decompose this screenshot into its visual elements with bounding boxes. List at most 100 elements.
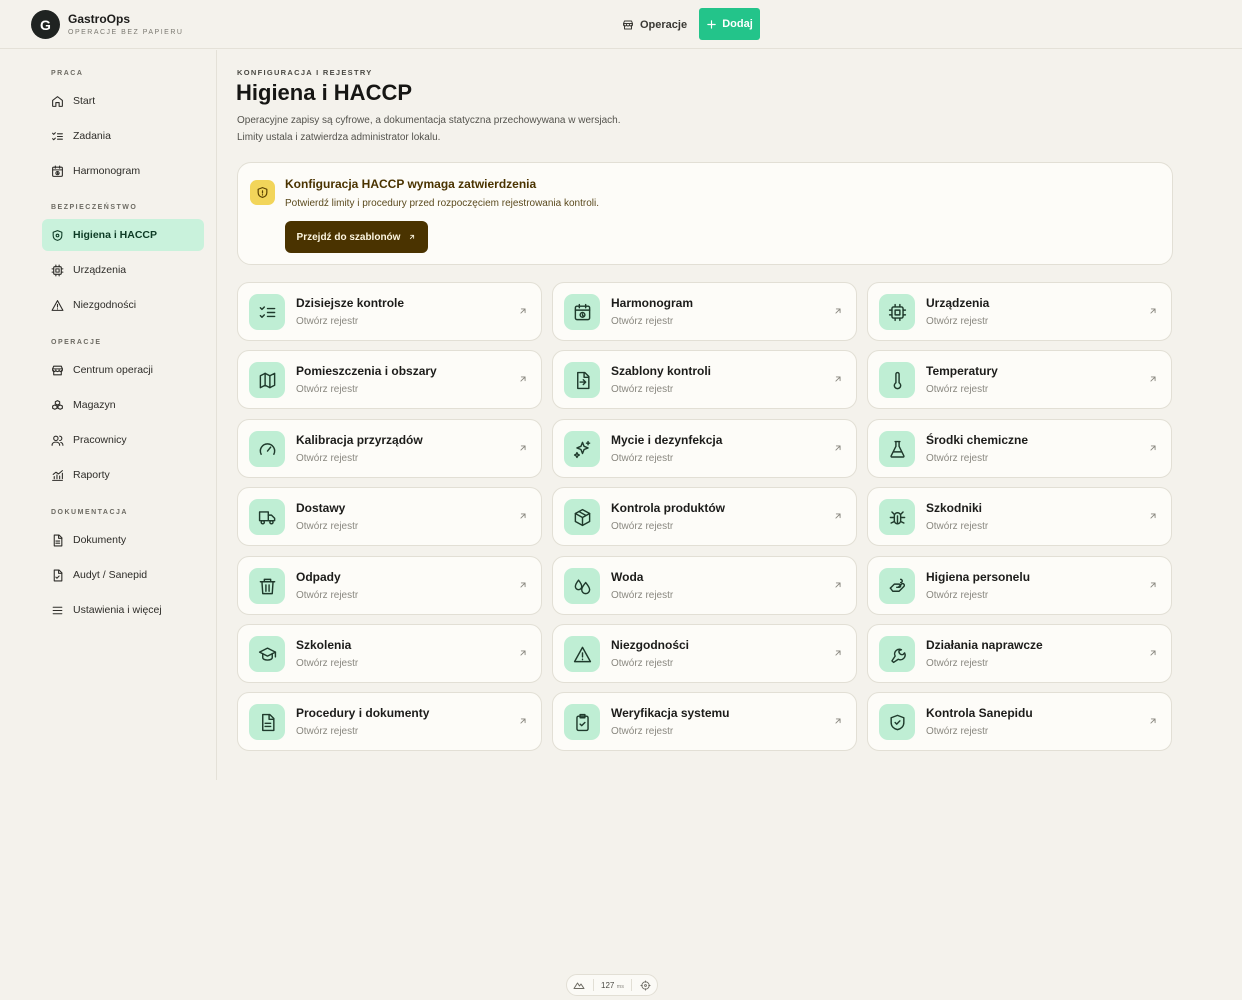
register-card-subtitle: Otwórz rejestr	[926, 521, 989, 532]
sidebar-item-label: Niezgodności	[73, 299, 137, 311]
arrow-up-right-icon	[835, 582, 841, 588]
register-card-subtitle: Otwórz rejestr	[926, 316, 989, 327]
register-card-title: Mycie i dezynfekcja	[611, 433, 723, 447]
register-card-subtitle: Otwórz rejestr	[611, 590, 674, 601]
sidebar-item-label: Ustawienia i więcej	[73, 604, 162, 616]
page-description-line: Limity ustala i zatwierdza administrator…	[237, 131, 441, 143]
sidebar-section-title: PRACA	[51, 70, 84, 77]
operations-nav-label: Operacje	[640, 19, 688, 31]
sidebar-section-title: DOKUMENTACJA	[51, 509, 128, 516]
register-card-temperatury[interactable]: Temperatury Otwórz rejestr	[867, 350, 1172, 409]
sidebar-item-ustawienia[interactable]: Ustawienia i więcej	[42, 594, 204, 626]
map-icon	[249, 362, 285, 398]
alert-title: Konfiguracja HACCP wymaga zatwierdzenia	[285, 177, 537, 191]
register-card-procedury-i-dokumenty[interactable]: Procedury i dokumenty Otwórz rejestr	[237, 692, 542, 751]
register-card-szkolenia[interactable]: Szkolenia Otwórz rejestr	[237, 624, 542, 683]
logo[interactable]: G	[31, 10, 60, 39]
chip-icon	[879, 294, 915, 330]
register-card-title: Odpady	[296, 570, 341, 584]
graduation-cap-icon	[249, 636, 285, 672]
breadcrumb: KONFIGURACJA I REJESTRY	[237, 68, 373, 77]
clipboard-check-icon	[564, 704, 600, 740]
file-import-icon	[564, 362, 600, 398]
register-card-woda[interactable]: Woda Otwórz rejestr	[552, 556, 857, 615]
go-to-templates-button[interactable]: Przejdź do szablonów	[285, 221, 428, 253]
arrow-up-right-icon	[835, 376, 841, 382]
register-card-title: Kontrola Sanepidu	[926, 706, 1033, 720]
register-card-szkodniki[interactable]: Szkodniki Otwórz rejestr	[867, 487, 1172, 546]
arrow-up-right-icon	[1150, 650, 1156, 656]
register-card-kontrola-produktow[interactable]: Kontrola produktów Otwórz rejestr	[552, 487, 857, 546]
divider	[631, 979, 633, 991]
go-to-templates-label: Przejdź do szablonów	[296, 231, 401, 243]
sidebar-item-niezgodnosci[interactable]: Niezgodności	[42, 289, 204, 321]
arrow-up-right-icon	[1150, 513, 1156, 519]
register-card-higiena-personelu[interactable]: Higiena personelu Otwórz rejestr	[867, 556, 1172, 615]
register-card-urzadzenia[interactable]: Urządzenia Otwórz rejestr	[867, 282, 1172, 341]
sidebar-item-label: Magazyn	[73, 399, 116, 411]
sidebar-item-harmonogram[interactable]: Harmonogram	[42, 155, 204, 187]
latency-readout: 127 ms	[601, 981, 624, 990]
menu-icon	[52, 606, 63, 614]
sparkles-icon	[564, 431, 600, 467]
bug-icon	[879, 499, 915, 535]
divider	[592, 979, 594, 991]
package-icon	[564, 499, 600, 535]
register-card-subtitle: Otwórz rejestr	[296, 316, 359, 327]
register-card-szablony-kontroli[interactable]: Szablony kontroli Otwórz rejestr	[552, 350, 857, 409]
sidebar-item-centrum-operacji[interactable]: Centrum operacji	[42, 354, 204, 386]
register-card-title: Pomieszczenia i obszary	[296, 364, 437, 378]
gauge-icon	[249, 431, 285, 467]
alert-text: Potwierdź limity i procedury przed rozpo…	[285, 198, 600, 209]
warning-icon	[564, 636, 600, 672]
register-card-kalibracja-przyrzadow[interactable]: Kalibracja przyrządów Otwórz rejestr	[237, 419, 542, 478]
arrow-up-right-icon	[835, 650, 841, 656]
register-card-niezgodnosci[interactable]: Niezgodności Otwórz rejestr	[552, 624, 857, 683]
sidebar-item-urzadzenia[interactable]: Urządzenia	[42, 254, 204, 286]
register-card-odpady[interactable]: Odpady Otwórz rejestr	[237, 556, 542, 615]
register-card-title: Szablony kontroli	[611, 364, 712, 378]
register-card-title: Woda	[611, 570, 644, 584]
add-button[interactable]: Dodaj	[699, 8, 760, 40]
register-card-dzisiejsze-kontrole[interactable]: Dzisiejsze kontrole Otwórz rejestr	[237, 282, 542, 341]
list-check-icon	[249, 294, 285, 330]
mountain-icon[interactable]	[573, 979, 585, 991]
sidebar-item-raporty[interactable]: Raporty	[42, 459, 204, 491]
sidebar-item-zadania[interactable]: Zadania	[42, 120, 204, 152]
sidebar-item-dokumenty[interactable]: Dokumenty	[42, 524, 204, 556]
sidebar-item-pracownicy[interactable]: Pracownicy	[42, 424, 204, 456]
top-bar: G GastroOps OPERACJE BEZ PAPIERU Operacj…	[0, 0, 1242, 49]
sidebar-item-audyt-sanepid[interactable]: Audyt / Sanepid	[42, 559, 204, 591]
sidebar-item-label: Urządzenia	[73, 264, 127, 276]
sidebar-item-higiena-haccp[interactable]: Higiena i HACCP	[42, 219, 204, 251]
arrow-up-right-icon	[1150, 582, 1156, 588]
register-card-title: Środki chemiczne	[926, 433, 1029, 447]
home-icon	[52, 95, 63, 107]
operations-nav-link[interactable]: Operacje	[622, 16, 687, 34]
document-icon	[53, 534, 63, 546]
register-card-pomieszczenia-i-obszary[interactable]: Pomieszczenia i obszary Otwórz rejestr	[237, 350, 542, 409]
register-card-harmonogram[interactable]: Harmonogram Otwórz rejestr	[552, 282, 857, 341]
register-card-title: Procedury i dokumenty	[296, 706, 430, 720]
register-card-dzialania-naprawcze[interactable]: Działania naprawcze Otwórz rejestr	[867, 624, 1172, 683]
sidebar-section-title: OPERACJE	[51, 339, 102, 346]
sidebar-item-label: Dokumenty	[73, 534, 127, 546]
shield-icon	[52, 229, 63, 241]
calendar-clock-icon	[52, 165, 63, 177]
shield-icon	[250, 180, 275, 205]
settings-icon[interactable]	[640, 979, 651, 991]
register-card-srodki-chemiczne[interactable]: Środki chemiczne Otwórz rejestr	[867, 419, 1172, 478]
truck-icon	[249, 499, 285, 535]
page-description: Operacyjne zapisy są cyfrowe, a dokument…	[237, 113, 737, 146]
register-card-subtitle: Otwórz rejestr	[296, 590, 359, 601]
arrow-up-right-icon	[835, 718, 841, 724]
register-card-dostawy[interactable]: Dostawy Otwórz rejestr	[237, 487, 542, 546]
register-card-mycie-i-dezynfekcja[interactable]: Mycie i dezynfekcja Otwórz rejestr	[552, 419, 857, 478]
register-card-weryfikacja-systemu[interactable]: Weryfikacja systemu Otwórz rejestr	[552, 692, 857, 751]
register-card-kontrola-sanepidu[interactable]: Kontrola Sanepidu Otwórz rejestr	[867, 692, 1172, 751]
register-card-title: Szkolenia	[296, 638, 352, 652]
register-card-subtitle: Otwórz rejestr	[611, 658, 674, 669]
sidebar-item-start[interactable]: Start	[42, 85, 204, 117]
sidebar-item-magazyn[interactable]: Magazyn	[42, 389, 204, 421]
register-card-title: Urządzenia	[926, 296, 990, 310]
